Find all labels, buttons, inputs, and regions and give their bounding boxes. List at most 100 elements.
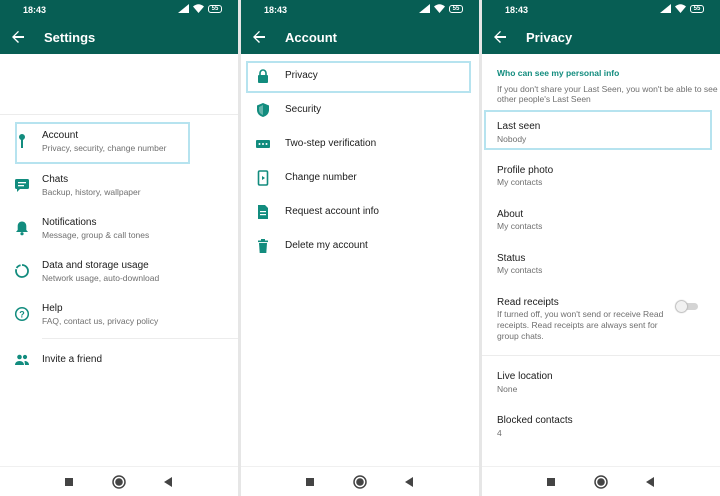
privacy-screen: 18:43 55 Privacy Who can see my personal…	[482, 0, 720, 496]
svg-text:?: ?	[19, 309, 25, 319]
back-arrow-icon[interactable]	[251, 29, 267, 45]
page-title: Settings	[44, 30, 96, 45]
privacy-item-label: Profile photo	[497, 165, 554, 176]
system-navigation-bar	[0, 466, 238, 496]
privacy-item-value: My contacts	[497, 177, 543, 187]
privacy-item-value: My contacts	[497, 221, 543, 231]
battery-icon: 55	[208, 4, 222, 13]
account-item-label: Delete my account	[285, 240, 368, 251]
back-nav-icon[interactable]	[643, 475, 657, 489]
settings-item-subtitle: Message, group & call tones	[42, 230, 150, 240]
status-bar: 18:43 55	[482, 0, 720, 20]
read-receipts-toggle[interactable]	[676, 301, 698, 312]
settings-item-label: Notifications	[42, 217, 97, 228]
status-time: 18:43	[505, 5, 529, 15]
trash-icon	[258, 239, 268, 253]
section-description: If you don't share your Last Seen, you w…	[497, 84, 718, 94]
bell-icon	[16, 221, 28, 236]
settings-item-label: Data and storage usage	[42, 260, 149, 271]
privacy-item-read-receipts[interactable]: Read receipts If turned off, you won't s…	[482, 292, 720, 344]
settings-screen: 18:43 55 Settings Account Privacy, secur…	[0, 0, 238, 496]
wifi-icon	[434, 4, 445, 13]
account-item-label: Security	[285, 104, 322, 115]
home-icon[interactable]	[594, 475, 608, 489]
section-description: other people's Last Seen	[497, 94, 591, 104]
app-bar: Privacy	[482, 20, 720, 54]
home-icon[interactable]	[112, 475, 126, 489]
account-item-two-step[interactable]: Two-step verification	[241, 132, 479, 158]
privacy-item-status[interactable]: Status My contacts	[482, 248, 720, 280]
divider	[42, 338, 238, 339]
wifi-icon	[675, 4, 686, 13]
account-item-label: Two-step verification	[285, 138, 377, 149]
privacy-item-label: Blocked contacts	[497, 415, 573, 426]
status-bar: 18:43 55	[241, 0, 479, 20]
settings-item-data-storage[interactable]: Data and storage usage Network usage, au…	[0, 256, 238, 292]
read-receipts-description: If turned off, you won't send or receive…	[497, 309, 664, 319]
back-arrow-icon[interactable]	[492, 29, 508, 45]
account-screen: 18:43 55 Account Privacy Security Two-st…	[241, 0, 479, 496]
settings-item-chats[interactable]: Chats Backup, history, wallpaper	[0, 170, 238, 206]
toggle-knob	[676, 301, 687, 312]
help-icon: ?	[14, 306, 30, 322]
privacy-item-label: Live location	[497, 371, 553, 382]
signal-icon	[178, 4, 189, 13]
status-time: 18:43	[264, 5, 288, 15]
privacy-item-label: Read receipts	[497, 297, 559, 308]
status-time: 18:43	[23, 5, 47, 15]
recents-icon[interactable]	[303, 475, 317, 489]
settings-item-label: Help	[42, 303, 63, 314]
account-item-security[interactable]: Security	[241, 98, 479, 124]
status-bar: 18:43 55	[0, 0, 238, 20]
wifi-icon	[193, 4, 204, 13]
data-usage-icon	[15, 264, 29, 278]
page-title: Privacy	[526, 30, 573, 45]
account-item-label: Change number	[285, 172, 357, 183]
settings-item-label: Chats	[42, 174, 69, 185]
read-receipts-description: receipts. Read receipts are always sent …	[497, 320, 658, 330]
account-item-change-number[interactable]: Change number	[241, 166, 479, 192]
settings-item-notifications[interactable]: Notifications Message, group & call tone…	[0, 213, 238, 249]
read-receipts-description: group chats.	[497, 331, 544, 341]
account-item-request-info[interactable]: Request account info	[241, 200, 479, 226]
signal-icon	[660, 4, 671, 13]
people-icon	[15, 354, 29, 365]
system-navigation-bar	[482, 466, 720, 496]
highlight-box	[484, 110, 712, 150]
page-title: Account	[285, 30, 337, 45]
account-item-delete[interactable]: Delete my account	[241, 234, 479, 260]
dots-icon	[256, 140, 270, 148]
highlight-box	[15, 122, 190, 164]
phone-change-icon	[257, 170, 269, 186]
settings-item-subtitle: FAQ, contact us, privacy policy	[42, 316, 159, 326]
settings-item-help[interactable]: ? Help FAQ, contact us, privacy policy	[0, 299, 238, 335]
invite-friend-item[interactable]: Invite a friend	[0, 348, 238, 374]
privacy-item-value: 4	[497, 428, 502, 438]
privacy-item-label: About	[497, 209, 524, 220]
chat-icon	[15, 179, 29, 192]
battery-icon: 55	[449, 4, 463, 13]
privacy-item-about[interactable]: About My contacts	[482, 204, 720, 236]
shield-icon	[257, 103, 269, 117]
divider	[482, 355, 720, 356]
back-arrow-icon[interactable]	[10, 29, 26, 45]
system-navigation-bar	[241, 466, 479, 496]
privacy-item-profile-photo[interactable]: Profile photo My contacts	[482, 160, 720, 192]
privacy-item-value: My contacts	[497, 265, 543, 275]
settings-item-subtitle: Backup, history, wallpaper	[42, 187, 141, 197]
app-bar: Settings	[0, 20, 238, 54]
document-icon	[258, 205, 268, 219]
settings-item-subtitle: Network usage, auto-download	[42, 273, 160, 283]
back-nav-icon[interactable]	[402, 475, 416, 489]
home-icon[interactable]	[353, 475, 367, 489]
app-bar: Account	[241, 20, 479, 54]
highlight-box	[246, 61, 471, 93]
privacy-item-live-location[interactable]: Live location None	[482, 366, 720, 398]
back-nav-icon[interactable]	[161, 475, 175, 489]
recents-icon[interactable]	[62, 475, 76, 489]
privacy-item-blocked-contacts[interactable]: Blocked contacts 4	[482, 410, 720, 442]
section-title: Who can see my personal info	[497, 68, 620, 78]
account-item-label: Request account info	[285, 206, 379, 217]
recents-icon[interactable]	[544, 475, 558, 489]
privacy-item-label: Status	[497, 253, 526, 264]
